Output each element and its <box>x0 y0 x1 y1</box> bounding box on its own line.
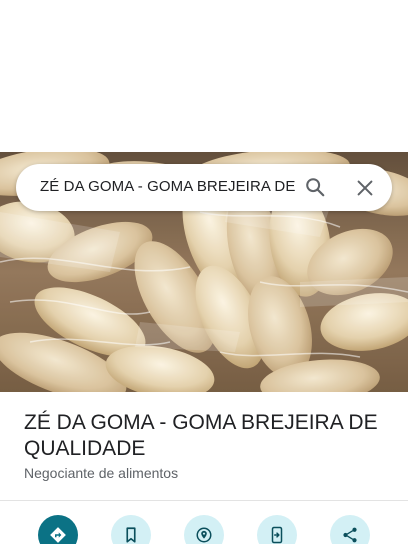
send-to-phone-icon <box>271 526 283 544</box>
location-pin-icon <box>196 527 212 543</box>
place-info-panel: ZÉ DA GOMA - GOMA BREJEIRA DE QUALIDADE … <box>0 392 408 500</box>
place-category: Negociante de alimentos <box>24 465 179 481</box>
blank-header-area <box>0 0 408 152</box>
nearby-button[interactable] <box>184 515 224 544</box>
search-query-text[interactable]: ZÉ DA GOMA - GOMA BREJEIRA DE <box>40 178 296 195</box>
maps-place-page: ZÉ DA GOMA - GOMA BREJEIRA DE ZÉ DA GOMA… <box>0 0 408 544</box>
divider <box>0 500 408 501</box>
search-icon[interactable] <box>304 176 326 198</box>
close-icon[interactable] <box>354 177 376 199</box>
send-to-phone-button[interactable] <box>257 515 297 544</box>
place-title: ZÉ DA GOMA - GOMA BREJEIRA DE QUALIDADE <box>24 411 378 460</box>
search-bar[interactable]: ZÉ DA GOMA - GOMA BREJEIRA DE <box>16 164 392 211</box>
directions-button[interactable] <box>38 515 78 544</box>
save-button[interactable] <box>111 515 151 544</box>
share-button[interactable] <box>330 515 370 544</box>
share-icon <box>343 527 357 543</box>
directions-icon <box>50 527 66 543</box>
bookmark-icon <box>126 527 136 543</box>
